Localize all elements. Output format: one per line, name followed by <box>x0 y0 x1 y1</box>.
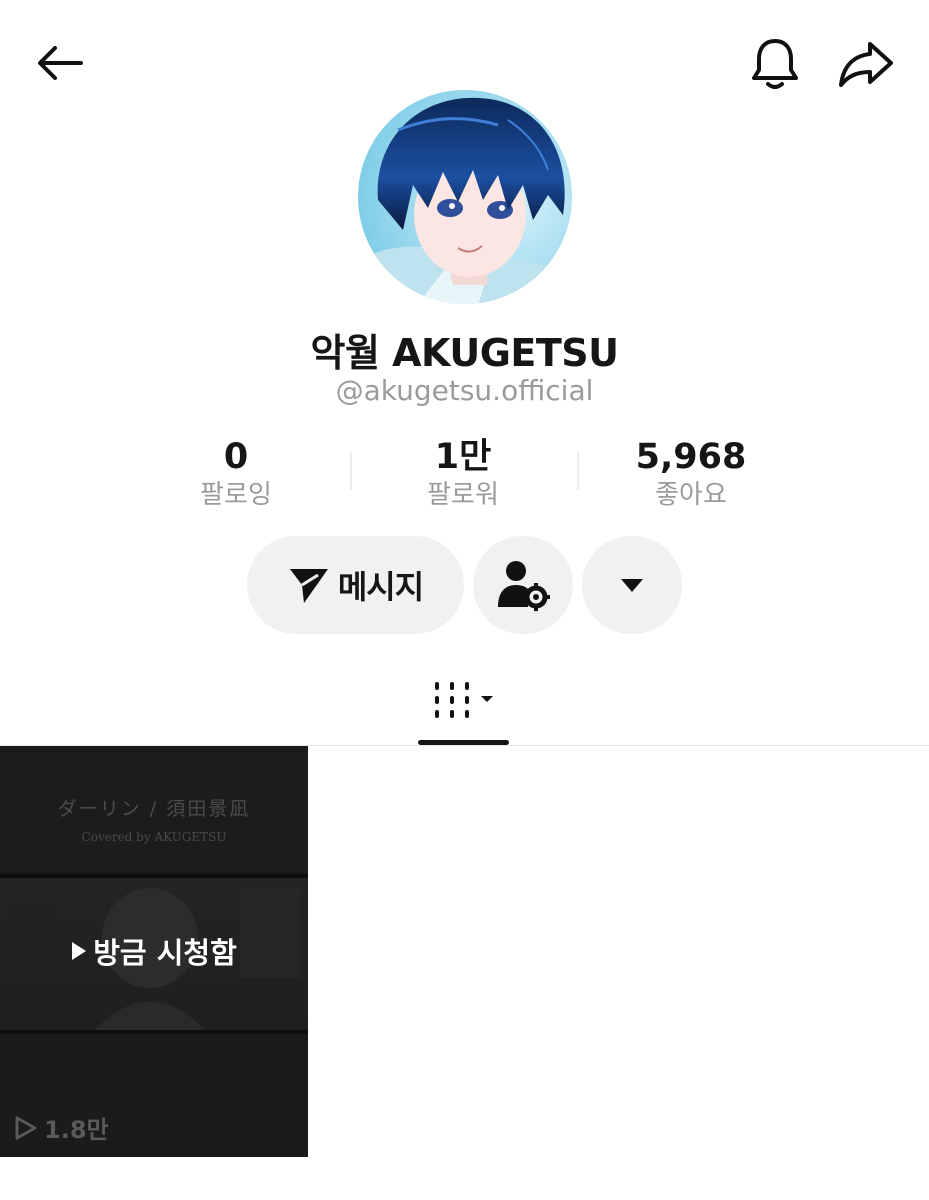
avatar[interactable] <box>358 90 572 304</box>
friend-settings-button[interactable] <box>473 536 573 634</box>
send-icon <box>289 569 328 603</box>
avatar-illustration <box>358 90 572 304</box>
share-icon <box>839 42 893 87</box>
following-count: 0 <box>223 437 249 477</box>
stat-divider <box>577 452 579 490</box>
likes-label: 좋아요 <box>655 480 727 510</box>
back-button[interactable] <box>28 38 88 88</box>
play-outline-icon <box>15 1116 37 1139</box>
notification-button[interactable] <box>745 34 805 94</box>
video-subtitle-text: Covered by AKUGETSU <box>81 830 227 844</box>
back-arrow-icon <box>38 46 83 80</box>
followers-count: 1만 <box>434 437 492 477</box>
message-button[interactable]: 메시지 <box>247 536 464 634</box>
grid-icon <box>435 682 493 718</box>
more-options-button[interactable] <box>582 536 682 634</box>
video-title-text: ダーリン / 須田景凪 <box>57 798 251 820</box>
likes-stat[interactable]: 5,968 좋아요 <box>591 436 791 512</box>
person-settings-icon <box>498 561 550 611</box>
display-name: 악월 AKUGETSU <box>310 331 620 375</box>
profile-page: 악월 AKUGETSU @akugetsu.official 0 팔로잉 1만 … <box>0 0 929 1200</box>
view-count-label: 1.8만 <box>44 1116 109 1144</box>
watched-badge: 방금 시청함 <box>0 930 308 972</box>
message-label: 메시지 <box>337 568 424 606</box>
view-count: 1.8만 <box>14 1110 109 1145</box>
followers-stat[interactable]: 1만 팔로워 <box>363 436 563 512</box>
followers-label: 팔로워 <box>427 480 499 510</box>
watched-label: 방금 시청함 <box>93 936 237 970</box>
caret-down-icon <box>621 579 643 592</box>
tab-videos[interactable] <box>418 672 510 746</box>
play-icon <box>72 942 87 960</box>
username-handle: @akugetsu.official <box>335 374 594 407</box>
bell-icon <box>752 39 798 89</box>
following-stat[interactable]: 0 팔로잉 <box>136 436 336 512</box>
following-label: 팔로잉 <box>200 480 272 510</box>
likes-count: 5,968 <box>635 437 747 477</box>
share-button[interactable] <box>834 34 898 94</box>
video-thumbnail[interactable]: ダーリン / 須田景凪 Covered by AKUGETSU 방금 시청함 1… <box>0 746 308 1157</box>
stat-divider <box>350 452 352 490</box>
